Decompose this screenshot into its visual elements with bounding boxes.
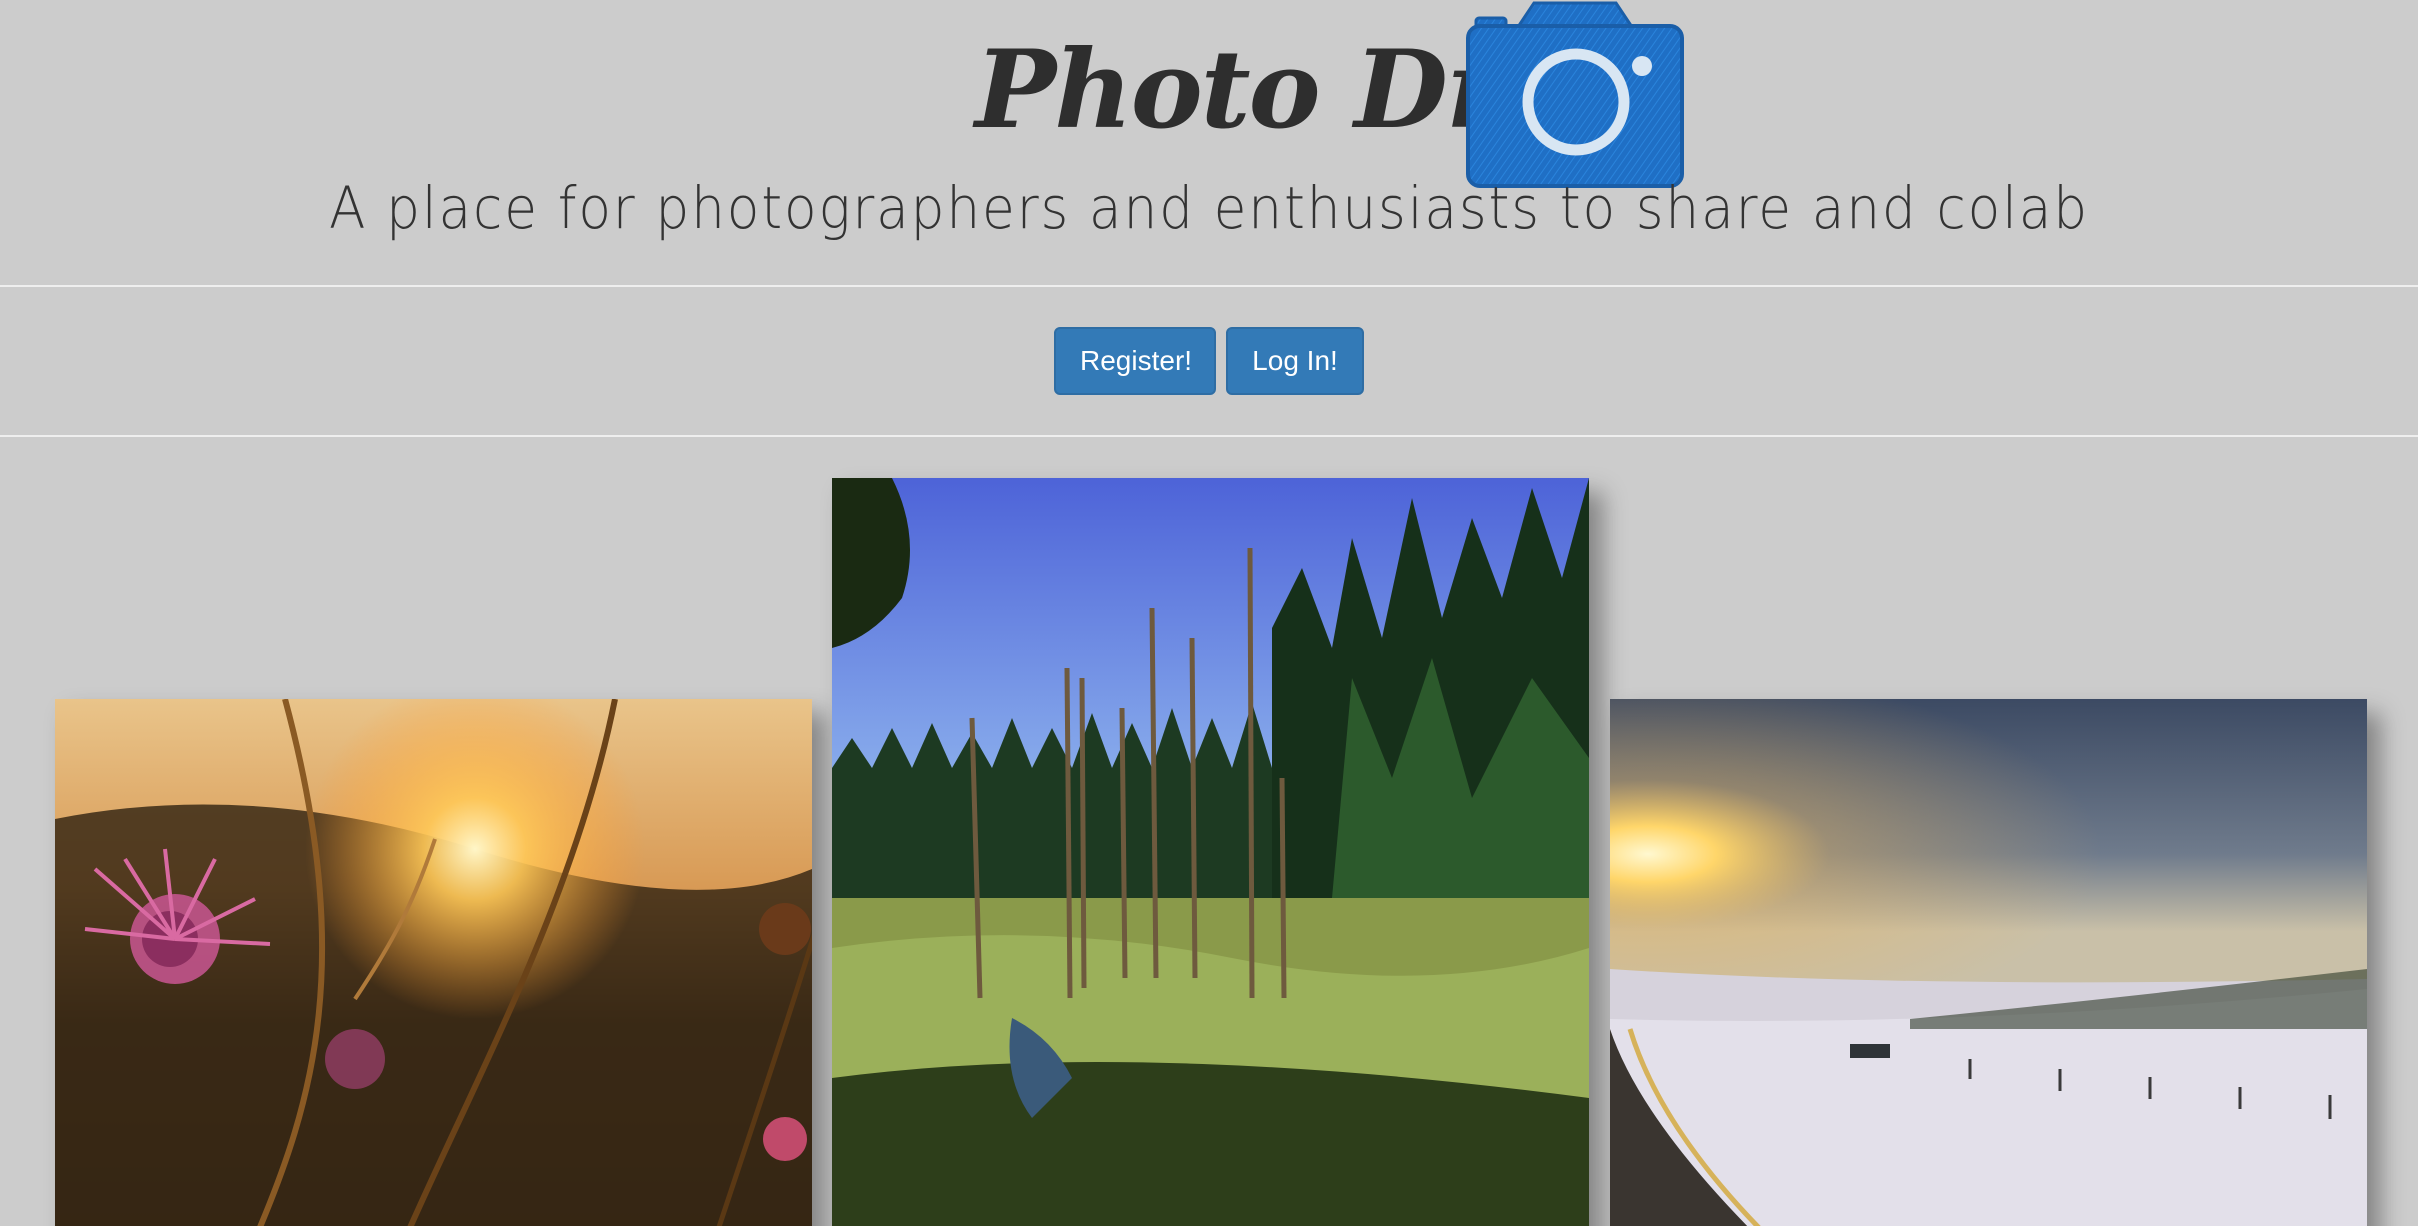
forest-marsh-photo[interactable] (832, 478, 1589, 1226)
title-row: Photo Drop (0, 0, 2418, 190)
login-button[interactable]: Log In! (1226, 327, 1364, 395)
sunset-flowers-photo[interactable] (55, 699, 812, 1226)
tagline: A place for photographers and enthusiast… (328, 174, 2089, 242)
snowy-road-photo[interactable] (1610, 699, 2367, 1226)
gallery-divider (0, 435, 2418, 437)
camera-icon (1466, 1, 1684, 188)
page: Photo Drop A place for photographers and… (0, 0, 2418, 1226)
register-button[interactable]: Register! (1054, 327, 1216, 395)
auth-buttons: Register! Log In! (0, 287, 2418, 435)
site-header: Photo Drop A place for photographers and… (0, 0, 2418, 286)
